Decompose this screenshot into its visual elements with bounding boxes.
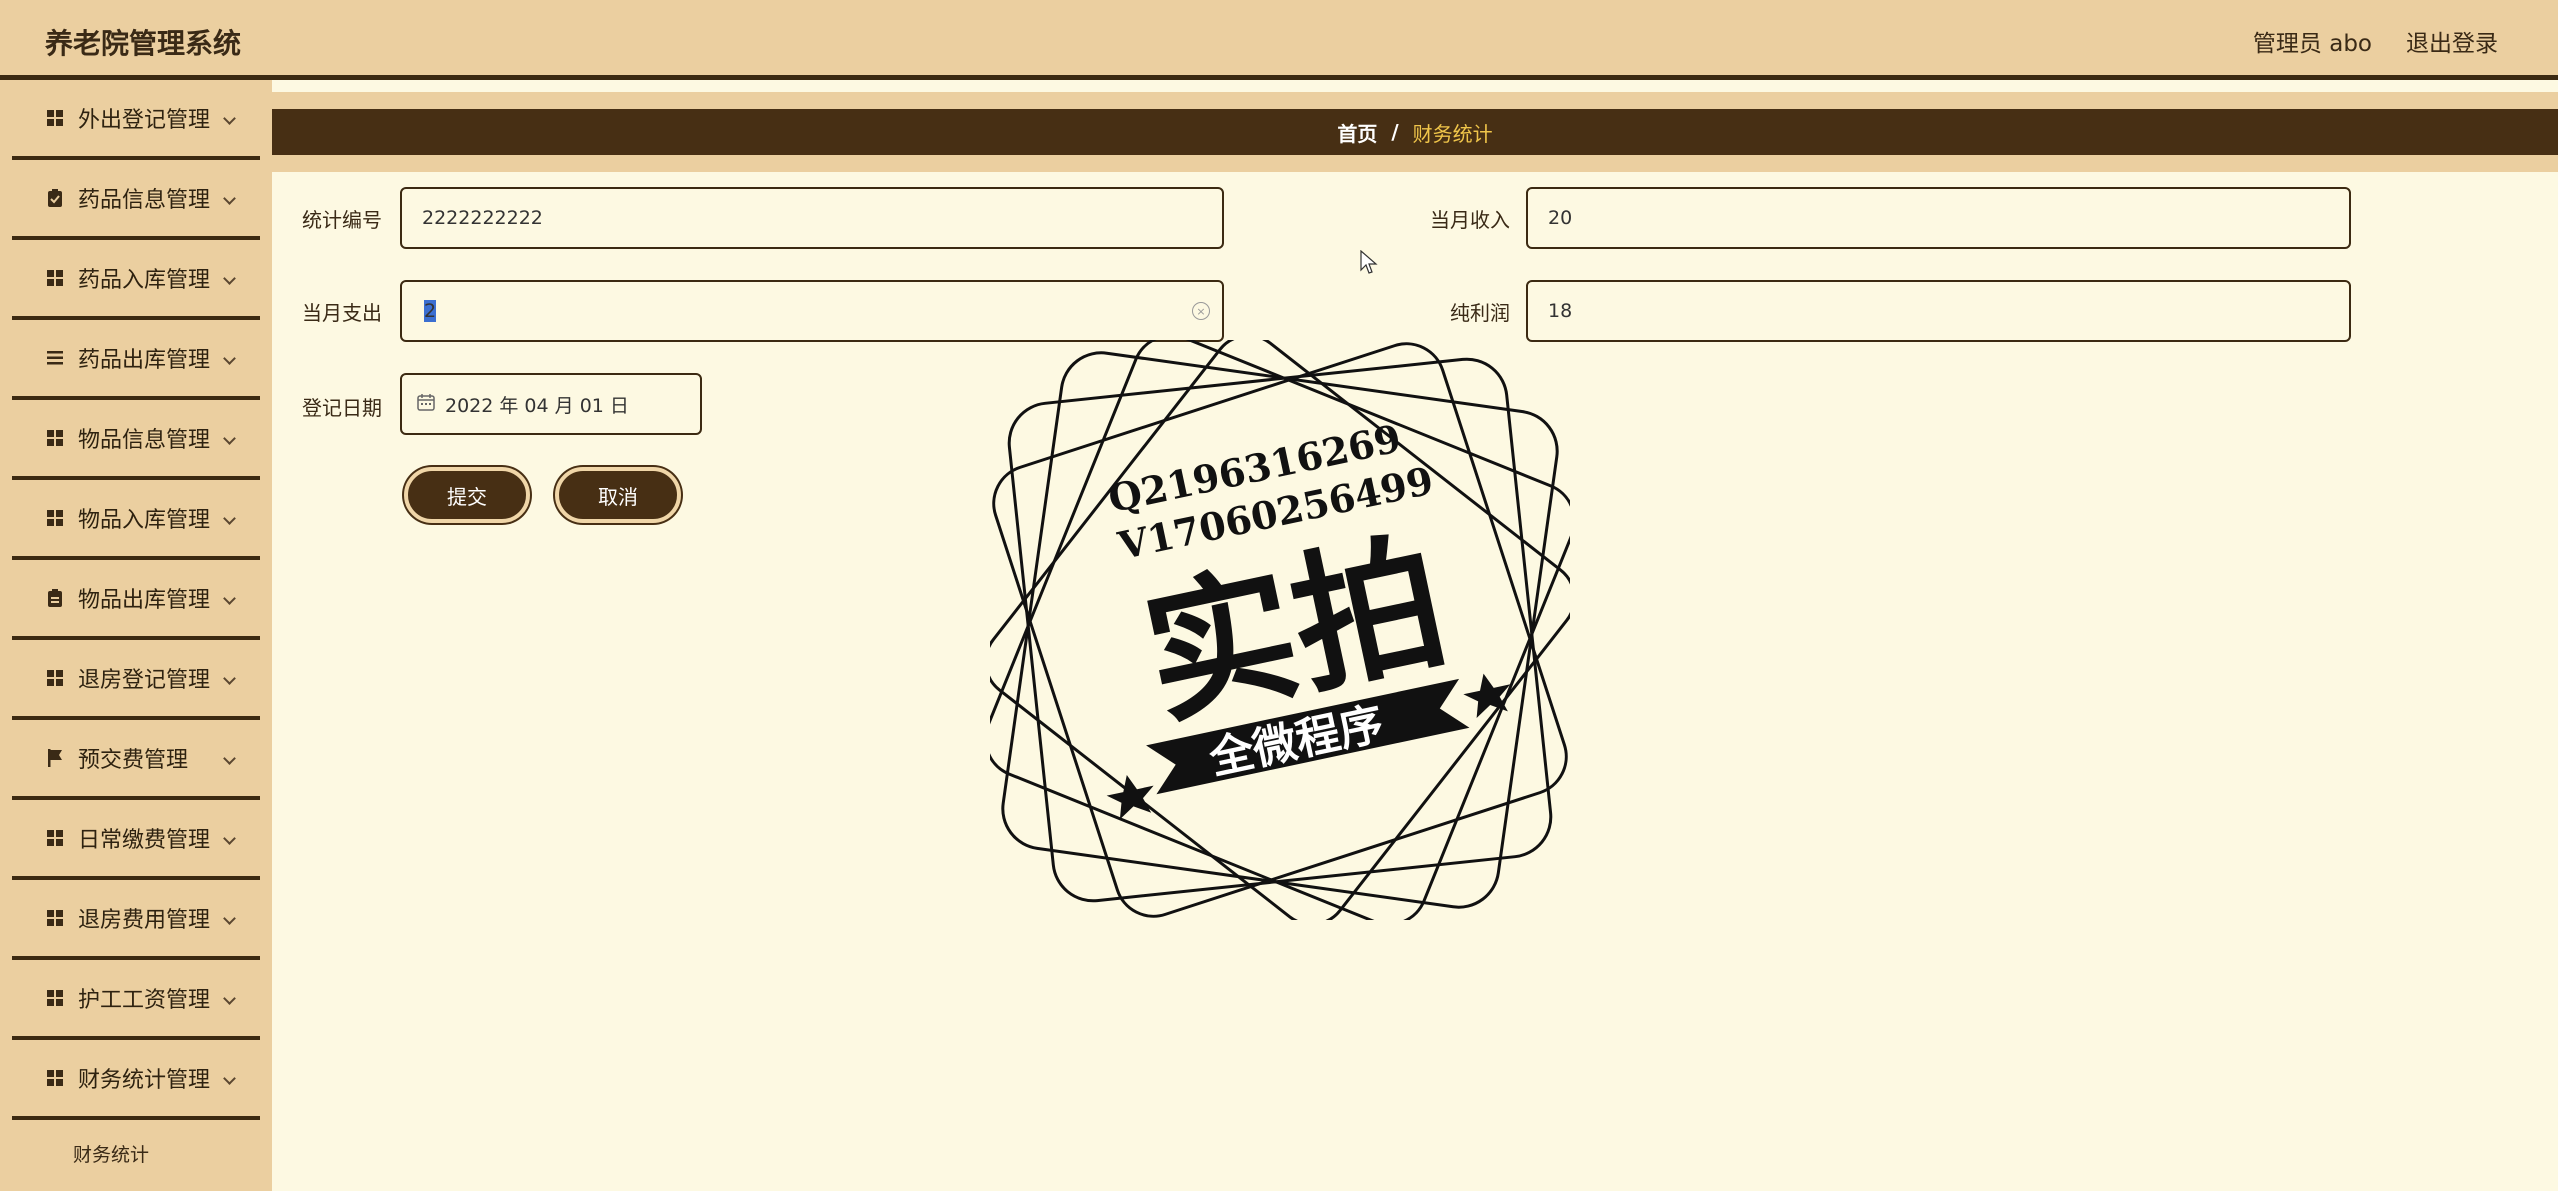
submit-button[interactable]: 提交	[404, 467, 530, 523]
income-label: 当月收入	[1430, 208, 1510, 232]
app-title: 养老院管理系统	[45, 27, 242, 60]
header-actions: 管理员 abo 退出登录	[2253, 24, 2498, 58]
sidebar-item-caregiver-salary[interactable]: 护工工资管理	[12, 960, 260, 1040]
expense-label: 当月支出	[302, 301, 382, 325]
breadcrumb-home[interactable]: 首页	[1337, 118, 1377, 147]
chevron-down-icon	[223, 112, 236, 125]
sidebar-subitem-finance-stats[interactable]: 财务统计	[0, 1120, 272, 1186]
sidebar-item-goods-out[interactable]: 物品出库管理	[12, 560, 260, 640]
chevron-down-icon	[223, 432, 236, 445]
grid-icon	[46, 109, 64, 127]
stat-no-label: 统计编号	[302, 208, 382, 232]
sidebar-item-label: 物品出库管理	[78, 588, 211, 613]
sidebar-item-label: 药品信息管理	[78, 188, 211, 213]
chevron-down-icon	[223, 272, 236, 285]
cancel-button[interactable]: 取消	[555, 467, 681, 523]
sidebar-item-label: 药品出库管理	[78, 348, 211, 373]
sidebar-item-goods-in[interactable]: 物品入库管理	[12, 480, 260, 560]
grid-icon	[46, 269, 64, 287]
sidebar-item-daily-fee[interactable]: 日常缴费管理	[12, 800, 260, 880]
top-header: 养老院管理系统 管理员 abo 退出登录	[0, 0, 2558, 80]
user-label[interactable]: 管理员 abo	[2253, 24, 2372, 58]
sidebar-item-checkout[interactable]: 退房登记管理	[12, 640, 260, 720]
watermark-stamp: Q2196316269 V17060256499 实拍 全微程序	[990, 340, 1570, 920]
sidebar-item-checkout-fee[interactable]: 退房费用管理	[12, 880, 260, 960]
clipboard-check-icon	[46, 189, 64, 207]
chevron-down-icon	[223, 672, 236, 685]
sidebar: 外出登记管理 药品信息管理 药品入库管理 药品出库管理 物品信息管理 物品入库管	[0, 80, 272, 1191]
breadcrumb-bar: 首页 / 财务统计	[272, 92, 2558, 172]
chevron-down-icon	[223, 512, 236, 525]
grid-icon	[46, 989, 64, 1007]
breadcrumb-separator: /	[1391, 120, 1399, 144]
grid-icon	[46, 909, 64, 927]
clear-icon[interactable]: ×	[1192, 302, 1210, 320]
chevron-down-icon	[223, 832, 236, 845]
sidebar-item-finance[interactable]: 财务统计管理	[12, 1040, 260, 1120]
clipboard-icon	[46, 589, 64, 607]
chevron-down-icon	[223, 912, 236, 925]
list-icon	[46, 349, 64, 367]
expense-input-value: 2	[424, 300, 437, 322]
grid-icon	[46, 669, 64, 687]
sidebar-item-medicine-in[interactable]: 药品入库管理	[12, 240, 260, 320]
breadcrumb-current: 财务统计	[1412, 121, 1493, 146]
flag-icon	[46, 749, 64, 767]
chevron-down-icon	[223, 1072, 236, 1085]
sidebar-item-label: 药品入库管理	[78, 268, 211, 293]
sidebar-item-label: 护工工资管理	[78, 988, 211, 1013]
sidebar-item-prepay[interactable]: 预交费管理	[12, 720, 260, 800]
grid-icon	[46, 429, 64, 447]
sidebar-item-label: 物品入库管理	[78, 508, 211, 533]
expense-input[interactable]: 2 ×	[400, 280, 1224, 342]
date-value: 2022 年 04 月 01 日	[445, 394, 629, 417]
breadcrumb: 首页 / 财务统计	[272, 109, 2558, 155]
chevron-down-icon	[223, 192, 236, 205]
sidebar-item-label: 退房登记管理	[78, 668, 211, 693]
grid-icon	[46, 509, 64, 527]
sidebar-item-label: 日常缴费管理	[78, 828, 211, 853]
profit-input[interactable]	[1526, 280, 2351, 342]
sidebar-item-label: 物品信息管理	[78, 428, 211, 453]
sidebar-item-medicine-out[interactable]: 药品出库管理	[12, 320, 260, 400]
income-input[interactable]	[1526, 187, 2351, 249]
sidebar-item-medicine-info[interactable]: 药品信息管理	[12, 160, 260, 240]
chevron-down-icon	[223, 592, 236, 605]
chevron-down-icon	[223, 352, 236, 365]
sidebar-item-label: 外出登记管理	[78, 108, 211, 133]
sidebar-item-goods-info[interactable]: 物品信息管理	[12, 400, 260, 480]
logout-link[interactable]: 退出登录	[2406, 24, 2498, 58]
mouse-cursor-icon	[1360, 250, 1378, 274]
sidebar-item-label: 财务统计管理	[78, 1068, 211, 1093]
date-picker[interactable]: 2022 年 04 月 01 日	[400, 373, 702, 435]
grid-icon	[46, 1069, 64, 1087]
sidebar-item-label: 退房费用管理	[78, 908, 211, 933]
sidebar-item-outing[interactable]: 外出登记管理	[12, 80, 260, 160]
calendar-icon	[417, 393, 435, 415]
chevron-down-icon	[223, 752, 236, 765]
sidebar-item-label: 预交费管理	[78, 748, 189, 773]
stat-no-input[interactable]	[400, 187, 1224, 249]
date-label: 登记日期	[302, 396, 382, 420]
profit-label: 纯利润	[1450, 301, 1510, 325]
chevron-down-icon	[223, 992, 236, 1005]
grid-icon	[46, 829, 64, 847]
